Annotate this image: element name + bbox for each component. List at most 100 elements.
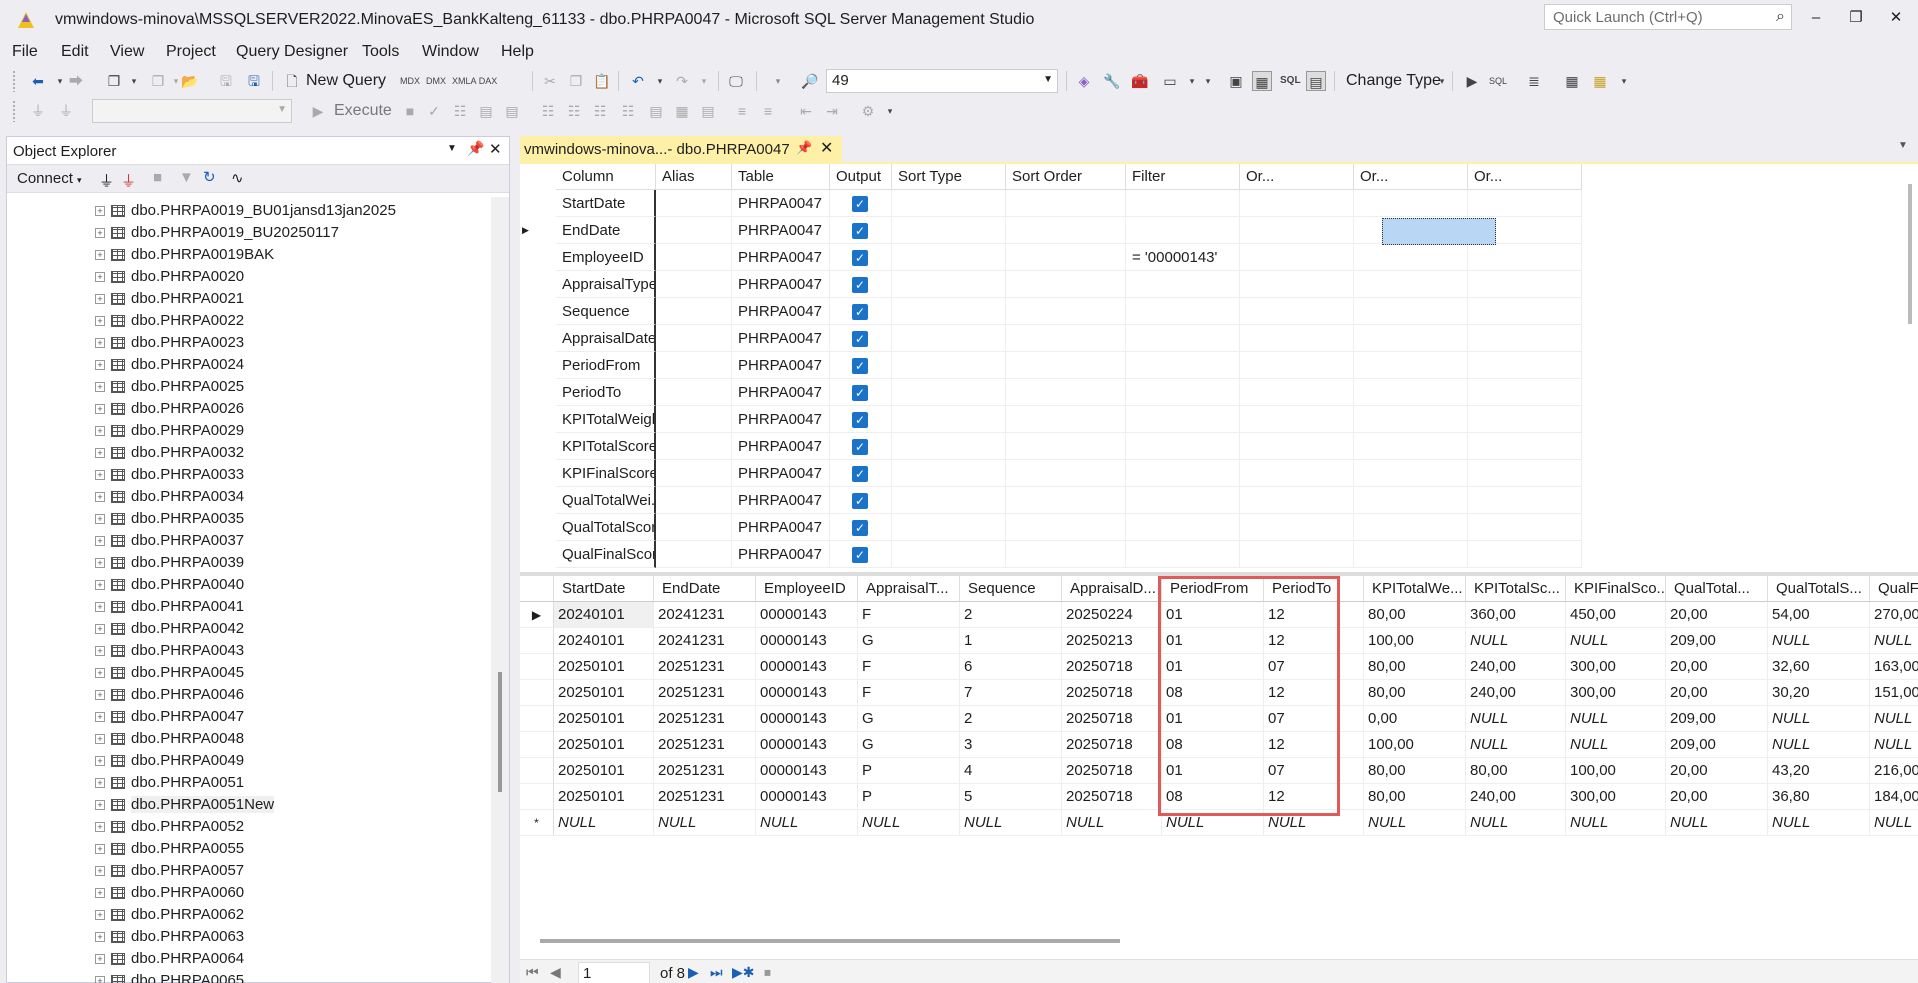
table-cell[interactable]: NULL <box>1062 810 1162 836</box>
expand-icon[interactable]: + <box>95 360 105 371</box>
table-cell[interactable]: NULL <box>1466 706 1566 732</box>
criteria-header-or-2[interactable]: Or... <box>1354 164 1468 190</box>
criteria-header-or-3[interactable]: Or... <box>1468 164 1582 190</box>
toolbar-grip[interactable] <box>12 100 16 122</box>
or-cell[interactable] <box>1354 487 1468 514</box>
filter-cell[interactable] <box>1126 379 1240 406</box>
or-cell[interactable] <box>1354 325 1468 352</box>
new-project-dropdown-icon[interactable]: ▾ <box>124 71 144 91</box>
properties-icon[interactable]: 🔧 <box>1102 71 1122 91</box>
expand-icon[interactable]: + <box>95 338 105 349</box>
column-cell[interactable]: PeriodFrom <box>556 352 656 379</box>
or-cell[interactable] <box>1240 325 1354 352</box>
table-cell[interactable]: 20250718 <box>1062 784 1162 810</box>
filter-icon[interactable]: ▼ <box>179 169 194 186</box>
alias-cell[interactable] <box>656 190 732 217</box>
tree-item-phrpa0026[interactable]: + dbo.PHRPA0026 <box>95 398 244 420</box>
output-checkbox[interactable]: ✓ <box>852 493 868 509</box>
filter-cell[interactable] <box>1126 352 1240 379</box>
or-cell[interactable] <box>1354 190 1468 217</box>
expand-icon[interactable]: + <box>95 228 105 239</box>
menu-edit[interactable]: Edit <box>61 43 89 61</box>
mdx-query-icon[interactable]: MDX <box>400 71 420 91</box>
intellisense-icon[interactable]: ☷ <box>538 101 558 121</box>
table-cell[interactable]: 36,80 <box>1768 784 1870 810</box>
table-cell[interactable]: PHRPA0047 <box>732 271 830 298</box>
table-cell[interactable]: NULL <box>1666 810 1768 836</box>
column-cell[interactable]: KPITotalScore <box>556 433 656 460</box>
criteria-header-output[interactable]: Output <box>830 164 892 190</box>
results-header[interactable]: AppraisalD... <box>1062 576 1162 602</box>
tree-item-phrpa0019-bu01jansd13jan2025[interactable]: + dbo.PHRPA0019_BU01jansd13jan2025 <box>95 200 396 222</box>
or-cell[interactable] <box>1354 352 1468 379</box>
table-cell[interactable]: 43,20 <box>1768 758 1870 784</box>
table-cell[interactable]: 20,00 <box>1666 654 1768 680</box>
table-cell[interactable]: 32,60 <box>1768 654 1870 680</box>
sort-order-cell[interactable] <box>1006 541 1126 568</box>
table-cell[interactable]: 20250101 <box>554 784 654 810</box>
expand-icon[interactable]: + <box>95 294 105 305</box>
comment-icon[interactable]: ≡ <box>732 101 752 121</box>
table-cell[interactable]: NULL <box>1870 732 1918 758</box>
expand-icon[interactable]: + <box>95 888 105 899</box>
tree-item-phrpa0034[interactable]: + dbo.PHRPA0034 <box>95 486 244 508</box>
or-cell[interactable] <box>1240 244 1354 271</box>
or-cell[interactable] <box>1240 487 1354 514</box>
tree-item-phrpa0041[interactable]: + dbo.PHRPA0041 <box>95 596 244 618</box>
table-cell[interactable]: PHRPA0047 <box>732 190 830 217</box>
or-cell[interactable] <box>1240 271 1354 298</box>
table-cell[interactable]: 100,00 <box>1364 628 1466 654</box>
client-stats-icon[interactable]: ☷ <box>618 101 638 121</box>
alias-cell[interactable] <box>656 514 732 541</box>
criteria-row[interactable]: KPITotalScore PHRPA0047 ✓ <box>520 433 1613 460</box>
column-cell[interactable]: KPIFinalScore <box>556 460 656 487</box>
new-record-icon[interactable]: ▶✱ <box>732 964 755 981</box>
output-cell[interactable]: ✓ <box>830 379 892 406</box>
table-cell[interactable]: 240,00 <box>1466 654 1566 680</box>
table-cell[interactable]: 4 <box>960 758 1062 784</box>
tree-item-phrpa0063[interactable]: + dbo.PHRPA0063 <box>95 926 244 948</box>
table-cell[interactable]: F <box>858 680 960 706</box>
table-cell[interactable]: G <box>858 732 960 758</box>
table-cell[interactable]: NULL <box>1768 706 1870 732</box>
expand-icon[interactable]: + <box>95 514 105 525</box>
tree-item-phrpa0051new[interactable]: + dbo.PHRPA0051New <box>95 794 275 816</box>
or-cell[interactable] <box>1354 379 1468 406</box>
sort-type-cell[interactable] <box>892 460 1006 487</box>
expand-icon[interactable]: + <box>95 470 105 481</box>
or-cell[interactable] <box>1240 298 1354 325</box>
expand-icon[interactable]: + <box>95 756 105 767</box>
alias-cell[interactable] <box>656 379 732 406</box>
tree-item-phrpa0022[interactable]: + dbo.PHRPA0022 <box>95 310 244 332</box>
or-cell[interactable] <box>1468 190 1582 217</box>
add-table-icon[interactable]: ▦ <box>1562 71 1582 91</box>
alias-cell[interactable] <box>656 217 732 244</box>
expand-icon[interactable]: + <box>95 778 105 789</box>
table-cell[interactable]: 20250101 <box>554 706 654 732</box>
filter-cell[interactable] <box>1126 460 1240 487</box>
table-cell[interactable]: 20240101 <box>554 602 654 628</box>
sort-type-cell[interactable] <box>892 352 1006 379</box>
sort-type-cell[interactable] <box>892 298 1006 325</box>
filter-cell[interactable] <box>1126 487 1240 514</box>
tree-item-phrpa0020[interactable]: + dbo.PHRPA0020 <box>95 266 244 288</box>
expand-icon[interactable]: + <box>95 976 105 983</box>
show-results-pane-icon[interactable]: ▤ <box>1306 71 1326 91</box>
table-cell[interactable]: 360,00 <box>1466 602 1566 628</box>
table-cell[interactable]: NULL <box>756 810 858 836</box>
menu-project[interactable]: Project <box>166 43 216 61</box>
table-cell[interactable]: NULL <box>1364 810 1466 836</box>
table-cell[interactable]: PHRPA0047 <box>732 379 830 406</box>
sort-order-cell[interactable] <box>1006 487 1126 514</box>
pane-menu-icon[interactable]: ▼ <box>447 143 457 154</box>
tree-item-phrpa0040[interactable]: + dbo.PHRPA0040 <box>95 574 244 596</box>
filter-cell[interactable] <box>1126 406 1240 433</box>
or-cell[interactable] <box>1240 406 1354 433</box>
expand-icon[interactable]: + <box>95 426 105 437</box>
criteria-row[interactable]: Sequence PHRPA0047 ✓ <box>520 298 1613 325</box>
table-cell[interactable]: NULL <box>1466 628 1566 654</box>
new-query-button[interactable]: New Query <box>306 72 386 90</box>
tree-item-phrpa0019-bu20250117[interactable]: + dbo.PHRPA0019_BU20250117 <box>95 222 339 244</box>
table-cell[interactable]: PHRPA0047 <box>732 325 830 352</box>
redo-dropdown-icon[interactable]: ▾ <box>694 71 714 91</box>
